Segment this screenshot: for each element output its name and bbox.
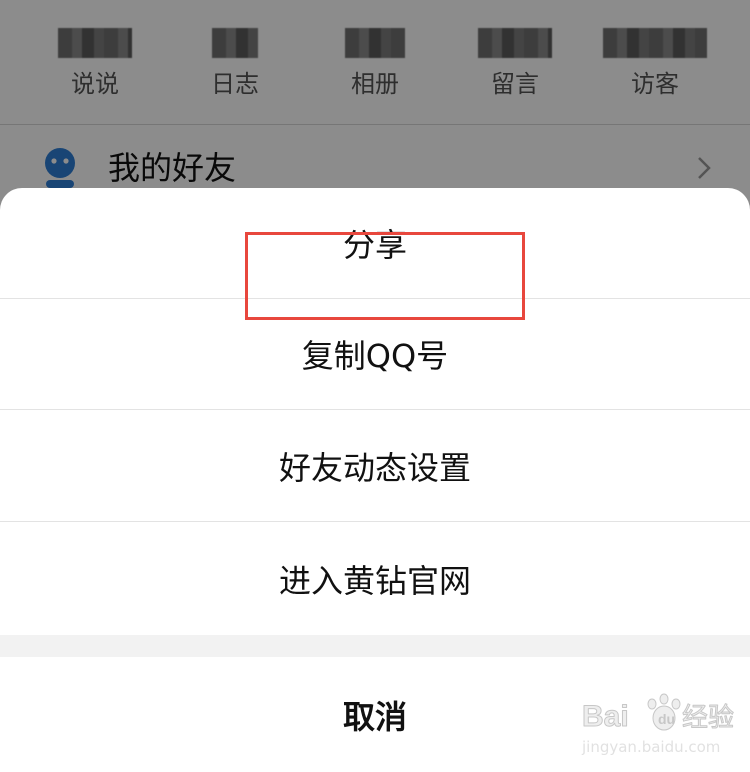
baidu-jingyan-watermark: Bai du 经验 jingyan.baidu.com [581, 693, 735, 756]
friend-feed-settings-option[interactable]: 好友动态设置 [0, 411, 750, 522]
share-option[interactable]: 分享 [0, 188, 750, 299]
svg-text:经验: 经验 [682, 703, 734, 733]
svg-text:jingyan.baidu.com: jingyan.baidu.com [581, 738, 720, 756]
yellow-diamond-site-option[interactable]: 进入黄钻官网 [0, 523, 750, 634]
screen: 说说 日志 相册 留言 访客 我的好友 分享 复制QQ号 好友动态设置 进入黄钻… [0, 0, 750, 772]
copy-qq-number-option[interactable]: 复制QQ号 [0, 299, 750, 410]
svg-text:du: du [658, 711, 675, 727]
action-sheet: 分享 复制QQ号 好友动态设置 进入黄钻官网 取消 [0, 188, 750, 772]
svg-text:Bai: Bai [582, 700, 629, 733]
sheet-separator [0, 635, 750, 657]
